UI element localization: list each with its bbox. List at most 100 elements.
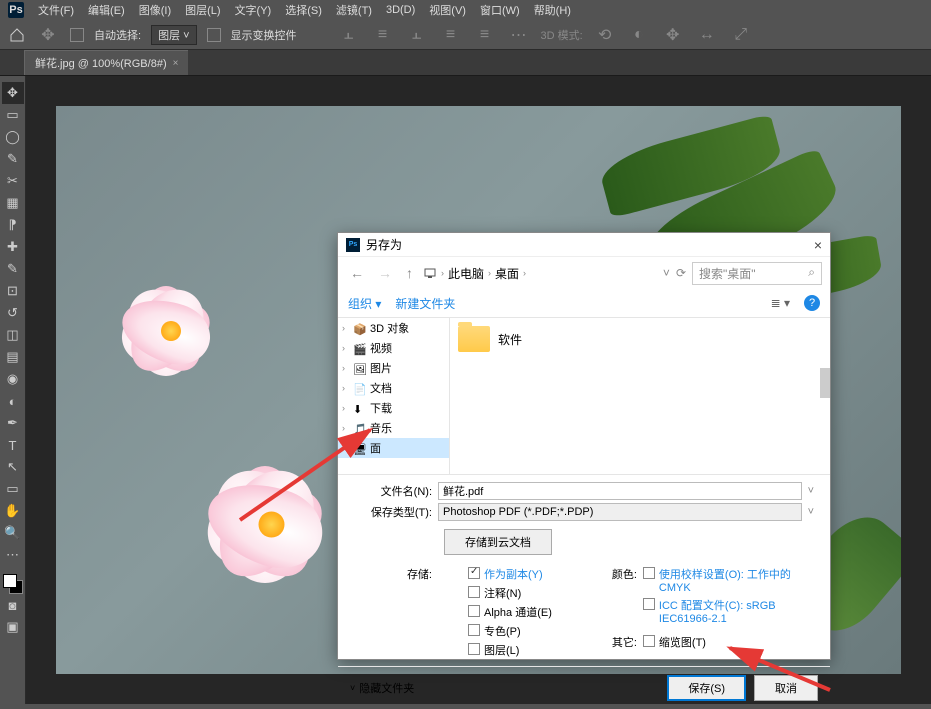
menu-image[interactable]: 图像(I) <box>139 2 171 18</box>
quick-mask-tool[interactable]: ◙ <box>2 594 24 616</box>
search-input[interactable]: 搜索"桌面"⌕ <box>692 262 822 285</box>
auto-select-dropdown[interactable]: 图层 ˅ <box>151 25 196 45</box>
dodge-tool[interactable]: ◐ <box>2 390 24 412</box>
tree-item-music[interactable]: ›🎵音乐 <box>338 418 449 438</box>
new-folder-button[interactable]: 新建文件夹 <box>395 295 455 312</box>
brush-tool[interactable]: ✎ <box>2 258 24 280</box>
frame-tool[interactable]: ▦ <box>2 192 24 214</box>
tree-item-pictures[interactable]: ›🖼图片 <box>338 358 449 378</box>
align-left-icon[interactable]: ⫠ <box>337 23 361 47</box>
quick-select-tool[interactable]: ✎ <box>2 148 24 170</box>
view-mode-button[interactable]: ≣ ▾ <box>771 296 790 310</box>
3d-roll-icon[interactable]: ◐ <box>627 23 651 47</box>
icc-checkbox[interactable] <box>643 598 655 610</box>
screen-mode-tool[interactable]: ▣ <box>2 616 24 638</box>
fg-color-swatch[interactable] <box>3 574 17 588</box>
lasso-tool[interactable]: ◯ <box>2 126 24 148</box>
filename-input[interactable] <box>438 482 802 500</box>
back-icon[interactable]: ← <box>346 265 368 281</box>
chevron-down-icon[interactable]: ˅ <box>802 485 820 497</box>
align-center-icon[interactable]: ≡ <box>371 23 395 47</box>
menu-file[interactable]: 文件(F) <box>38 2 74 18</box>
history-brush-tool[interactable]: ↺ <box>2 302 24 324</box>
stamp-tool[interactable]: ⊡ <box>2 280 24 302</box>
menu-type[interactable]: 文字(Y) <box>235 2 272 18</box>
move-tool-icon: ✥ <box>36 23 60 47</box>
distribute-1-icon[interactable]: ≡ <box>439 23 463 47</box>
more-menu-icon[interactable]: ⋯ <box>507 23 531 47</box>
menu-filter[interactable]: 滤镜(T) <box>336 2 372 18</box>
crop-tool[interactable]: ✂ <box>2 170 24 192</box>
filetype-dropdown[interactable]: Photoshop PDF (*.PDF;*.PDP) <box>438 503 802 521</box>
align-right-icon[interactable]: ⫠ <box>405 23 429 47</box>
up-icon[interactable]: ↑ <box>402 265 417 281</box>
hide-folders-toggle[interactable]: ˅隐藏文件夹 <box>350 680 414 696</box>
edit-toolbar[interactable]: ⋯ <box>2 544 24 566</box>
auto-select-checkbox[interactable] <box>70 28 84 42</box>
spot-checkbox[interactable] <box>468 624 480 636</box>
show-transform-checkbox[interactable] <box>207 28 221 42</box>
breadcrumb[interactable]: › 此电脑 › 桌面 › <box>423 265 657 282</box>
tree-item-video[interactable]: ›🎬视频 <box>338 338 449 358</box>
3d-mode-label: 3D 模式: <box>541 27 583 43</box>
chevron-down-icon[interactable]: ˅ <box>802 506 820 518</box>
distribute-2-icon[interactable]: ≡ <box>473 23 497 47</box>
3d-orbit-icon[interactable]: ⟲ <box>593 23 617 47</box>
healing-tool[interactable]: ✚ <box>2 236 24 258</box>
color-swatch[interactable] <box>3 574 23 594</box>
hand-tool[interactable]: ✋ <box>2 500 24 522</box>
3d-slide-icon[interactable]: ↔ <box>695 23 719 47</box>
tree-item-documents[interactable]: ›📄文档 <box>338 378 449 398</box>
tree-item-downloads[interactable]: ›⬇下载 <box>338 398 449 418</box>
cancel-button[interactable]: 取消 <box>754 675 818 701</box>
dialog-title: 另存为 <box>366 236 402 253</box>
forward-icon[interactable]: → <box>374 265 396 281</box>
spot-label: 专色(P) <box>484 623 521 639</box>
home-icon[interactable] <box>8 26 26 44</box>
pen-tool[interactable]: ✒ <box>2 412 24 434</box>
close-icon[interactable]: × <box>814 237 822 253</box>
document-tab[interactable]: 鲜花.jpg @ 100%(RGB/8#) × <box>24 50 188 75</box>
notes-checkbox[interactable] <box>468 586 480 598</box>
save-to-cloud-button[interactable]: 存储到云文档 <box>444 529 552 555</box>
zoom-tool[interactable]: 🔍 <box>2 522 24 544</box>
save-button[interactable]: 保存(S) <box>667 675 746 701</box>
marquee-tool[interactable]: ▭ <box>2 104 24 126</box>
layers-checkbox[interactable] <box>468 643 480 655</box>
blur-tool[interactable]: ◉ <box>2 368 24 390</box>
folder-tree: ›📦3D 对象 ›🎬视频 ›🖼图片 ›📄文档 ›⬇下载 ›🎵音乐 ›🖥面 <box>338 318 450 474</box>
alpha-checkbox[interactable] <box>468 605 480 617</box>
thumb-checkbox[interactable] <box>643 635 655 647</box>
type-tool[interactable]: T <box>2 434 24 456</box>
menu-help[interactable]: 帮助(H) <box>534 2 571 18</box>
menu-select[interactable]: 选择(S) <box>285 2 322 18</box>
close-tab-icon[interactable]: × <box>173 58 179 69</box>
path-seg[interactable]: 桌面 <box>495 265 519 282</box>
organize-button[interactable]: 组织 ▾ <box>348 295 381 312</box>
menu-edit[interactable]: 编辑(E) <box>88 2 125 18</box>
3d-pan-icon[interactable]: ✥ <box>661 23 685 47</box>
eyedropper-tool[interactable]: ⁋ <box>2 214 24 236</box>
move-tool[interactable]: ✥ <box>2 82 24 104</box>
menu-layer[interactable]: 图层(L) <box>185 2 220 18</box>
tree-item-desktop[interactable]: ›🖥面 <box>338 438 449 458</box>
tree-item-3d[interactable]: ›📦3D 对象 <box>338 318 449 338</box>
list-item[interactable]: 软件 <box>458 326 822 352</box>
eraser-tool[interactable]: ◫ <box>2 324 24 346</box>
menu-window[interactable]: 窗口(W) <box>480 2 520 18</box>
path-seg[interactable]: 此电脑 <box>448 265 484 282</box>
gradient-tool[interactable]: ▤ <box>2 346 24 368</box>
as-copy-checkbox[interactable] <box>468 567 480 579</box>
3d-scale-icon[interactable]: ⤢ <box>729 23 753 47</box>
menu-view[interactable]: 视图(V) <box>429 2 466 18</box>
help-icon[interactable]: ? <box>804 295 820 311</box>
refresh-icon[interactable]: ⟳ <box>676 266 686 280</box>
shape-tool[interactable]: ▭ <box>2 478 24 500</box>
proof-checkbox[interactable] <box>643 567 655 579</box>
path-select-tool[interactable]: ↖ <box>2 456 24 478</box>
menu-3d[interactable]: 3D(D) <box>386 4 415 16</box>
file-list[interactable]: 软件 <box>450 318 830 474</box>
scrollbar-handle[interactable] <box>820 368 830 398</box>
pc-icon <box>423 266 437 280</box>
search-icon: ⌕ <box>808 265 815 280</box>
